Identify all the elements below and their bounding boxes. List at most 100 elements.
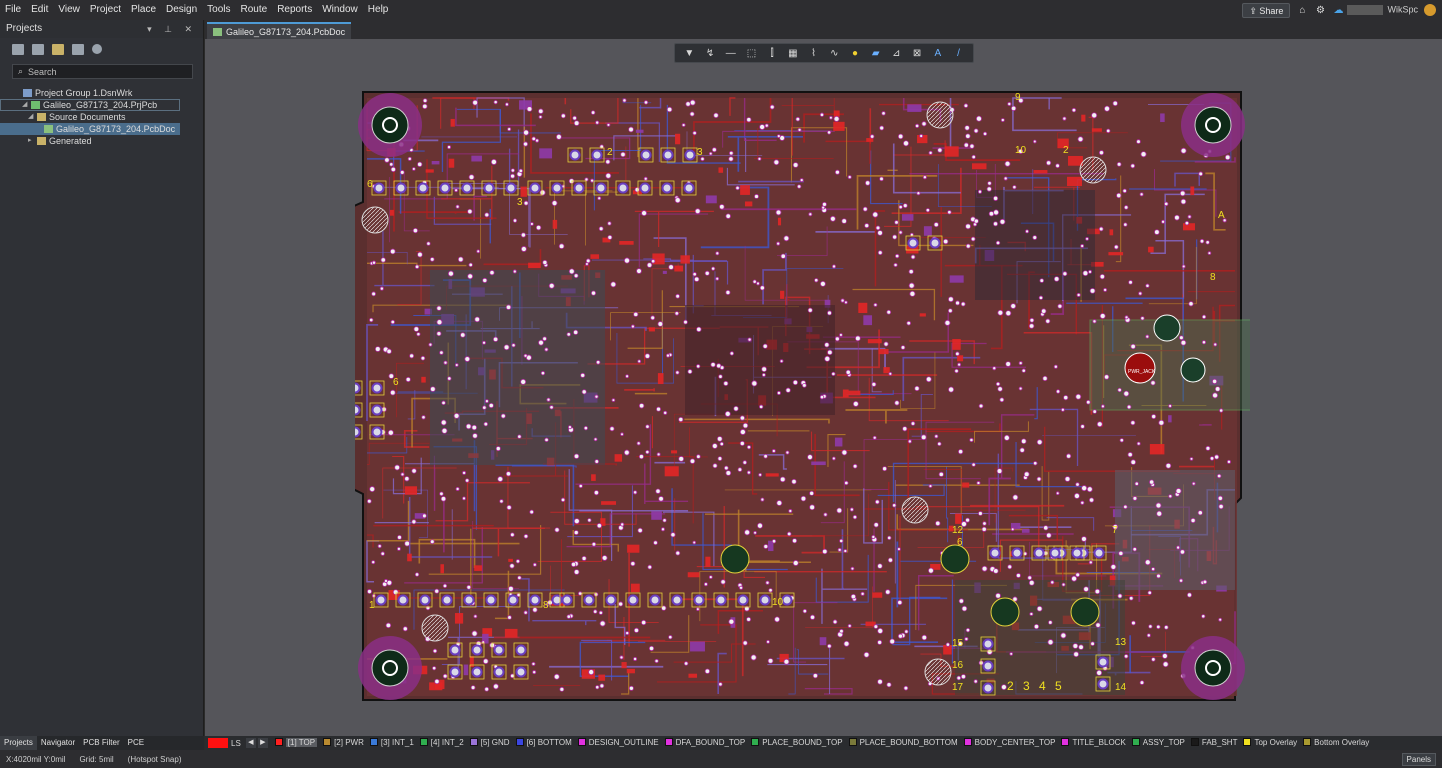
panel-window-controls[interactable]: ▾ ⊥ ✕ [147,20,197,38]
expand-arrow-icon[interactable]: ▸ [28,135,34,147]
layer-tab[interactable]: [5] GND [464,738,510,747]
layer-tab[interactable]: ASSY_TOP [1126,738,1185,747]
layer-tab[interactable]: DFA_BOUND_TOP [659,738,745,747]
workspace-selector[interactable]: ☁ WikSpc [1332,4,1418,16]
panel-tab-projects[interactable]: Projects [0,736,37,750]
tree-item[interactable]: Galileo_G87173_204.PcbDoc [0,123,180,135]
avatar[interactable] [1424,4,1436,16]
layer-next-button[interactable]: ▶ [257,738,268,748]
string-text-icon[interactable]: ⊠ [910,46,924,60]
layer-tab[interactable]: DESIGN_OUTLINE [572,738,659,747]
tab-pcbdoc[interactable]: Galileo_G87173_204.PcbDoc [207,22,352,39]
layer-tab[interactable]: TITLE_BLOCK [1055,738,1126,747]
via [573,273,579,279]
via [696,454,701,459]
component-icon[interactable]: ▦ [786,46,800,60]
menu-place[interactable]: Place [126,0,161,20]
line-icon[interactable]: — [724,46,738,60]
dimension-icon[interactable]: ⊿ [889,46,903,60]
menu-reports[interactable]: Reports [272,0,317,20]
via [864,223,870,229]
via [1041,308,1047,314]
panels-button[interactable]: Panels [1401,753,1436,766]
menu-help[interactable]: Help [363,0,394,20]
smd-pad [744,201,753,207]
text-icon[interactable]: A [931,46,945,60]
menu-tools[interactable]: Tools [202,0,235,20]
via [934,434,939,439]
via [1095,622,1101,628]
gear-icon[interactable]: ⚙ [1314,4,1326,16]
tree-item[interactable]: Project Group 1.DsnWrk [0,87,203,99]
layer-color-swatch [1131,738,1140,747]
via [404,540,410,547]
search-input[interactable]: ⌕ Search [12,64,193,79]
layer-tab[interactable]: [6] BOTTOM [510,738,572,747]
layer-tab[interactable]: [2] PWR [317,738,364,747]
current-layer-color[interactable] [208,738,228,748]
tree-item[interactable]: ◢ Galileo_G87173_204.PrjPcb [0,99,180,111]
interactive-route-icon[interactable]: ⌇ [807,46,821,60]
via [1080,244,1085,248]
polygon-icon[interactable]: ▰ [869,46,883,60]
layer-tab[interactable]: PLACE_BOUND_BOTTOM [843,738,958,747]
via [908,282,915,289]
route-icon[interactable]: ↯ [703,46,717,60]
via [687,369,693,374]
via [1010,105,1017,111]
align-icon[interactable]: ⫿ [765,46,779,60]
pcb-canvas[interactable]: PWR_JACK 6 3 2 3 9 10 2 A 8 6 3 12 6 7 1… [355,90,1250,702]
via [1033,461,1038,466]
save-icon[interactable] [12,43,24,55]
via-icon[interactable]: ● [848,46,862,60]
tree-item[interactable]: ▸ Generated [0,135,203,147]
filter-icon[interactable]: ▼ [682,46,696,60]
layer-tab[interactable]: Top Overlay [1237,738,1297,747]
settings-icon[interactable] [92,44,102,54]
line-draw-icon[interactable]: / [951,46,965,60]
menu-project[interactable]: Project [85,0,126,20]
via [675,293,680,299]
tree-item-label: Galileo_G87173_204.PrjPcb [43,100,158,110]
smd-pad [952,339,961,350]
panel-tab-navigator[interactable]: Navigator [37,736,79,750]
via [1060,632,1067,639]
tree-item[interactable]: ◢ Source Documents [0,111,203,123]
project-options-icon[interactable] [72,43,84,55]
layer-tab[interactable]: Bottom Overlay [1297,738,1369,747]
panel-tab-pcb-filter[interactable]: PCB Filter [79,736,123,750]
workspace-icon [23,89,32,97]
smd-pad [833,121,845,131]
expand-arrow-icon[interactable]: ◢ [28,111,34,123]
via [377,544,382,549]
via [961,605,968,612]
layer-prev-button[interactable]: ◀ [245,738,256,748]
layer-color-swatch [1190,738,1199,747]
layer-tab[interactable]: PLACE_BOUND_TOP [745,738,843,747]
via [407,156,412,161]
via [1072,643,1079,649]
menu-window[interactable]: Window [317,0,363,20]
via [771,539,777,544]
diff-pair-icon[interactable]: ∿ [827,46,841,60]
save-all-icon[interactable] [32,43,44,55]
layer-set-label[interactable]: LS [231,739,241,748]
menu-edit[interactable]: Edit [26,0,53,20]
select-rect-icon[interactable]: ⬚ [744,46,758,60]
menu-route[interactable]: Route [236,0,273,20]
home-icon[interactable]: ⌂ [1296,4,1308,16]
share-button[interactable]: ⇪ Share [1242,2,1291,18]
panel-tab-pce[interactable]: PCE [124,736,148,750]
smd-pad [705,556,711,567]
layer-tab[interactable]: BODY_CENTER_TOP [958,738,1055,747]
expand-arrow-icon[interactable]: ◢ [22,99,28,111]
layer-tab[interactable]: [3] INT_1 [364,738,414,747]
layer-tab[interactable]: [4] INT_2 [414,738,464,747]
open-folder-icon[interactable] [52,43,64,55]
menu-file[interactable]: File [0,0,26,20]
menu-view[interactable]: View [53,0,85,20]
via [1149,479,1155,485]
menu-design[interactable]: Design [161,0,202,20]
layer-tab[interactable]: [1] TOP [269,737,318,747]
layer-tab[interactable]: FAB_SHT [1185,738,1237,747]
